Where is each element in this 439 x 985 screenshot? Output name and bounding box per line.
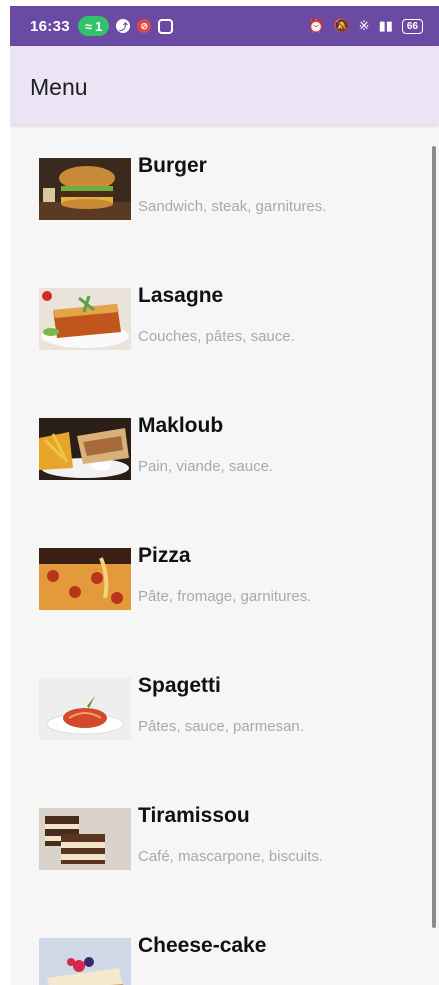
item-name: Cheese-cake bbox=[138, 934, 267, 957]
hotspot-icon: ≈ bbox=[84, 18, 93, 34]
bluetooth-icon: ※ bbox=[358, 18, 370, 33]
tiramissou-image bbox=[39, 808, 131, 870]
list-item-burger[interactable]: Burger Sandwich, steak, garnitures. bbox=[10, 124, 430, 234]
list-item-tiramissou[interactable]: Tiramissou Café, mascarpone, biscuits. bbox=[10, 774, 430, 884]
item-name: Makloub bbox=[138, 414, 224, 437]
list-item-spagetti[interactable]: Spagetti Pâtes, sauce, parmesan. bbox=[10, 644, 430, 754]
page-title: Menu bbox=[30, 74, 88, 100]
item-description: Pâtes, sauce, parmesan. bbox=[138, 718, 304, 735]
cheese-cake-image bbox=[39, 938, 131, 985]
list-item-cheese-cake[interactable]: Cheese-cake bbox=[10, 904, 430, 985]
status-right-icons: ⏰ 🔕 ※ ▮▮ 66 bbox=[308, 18, 423, 34]
hotspot-badge: ≈ 1 bbox=[77, 16, 110, 36]
item-description: Sandwich, steak, garnitures. bbox=[138, 198, 327, 215]
alarm-icon: ⏰ bbox=[308, 18, 325, 33]
item-description: Pâte, fromage, garnitures. bbox=[138, 588, 312, 605]
item-name: Lasagne bbox=[138, 284, 224, 307]
blocked-icon: ⊘ bbox=[137, 19, 152, 33]
item-description: Couches, pâtes, sauce. bbox=[138, 328, 295, 345]
item-name: Spagetti bbox=[138, 674, 221, 697]
list-item-makloub[interactable]: Makloub Pain, viande, sauce. bbox=[10, 384, 430, 494]
messenger-icon: ⤴ bbox=[116, 19, 131, 33]
battery-level: 66 bbox=[406, 20, 418, 32]
item-name: Burger bbox=[138, 154, 207, 177]
signal-icon: ▮▮ bbox=[378, 18, 393, 33]
mute-icon: 🔕 bbox=[333, 18, 350, 33]
instagram-icon bbox=[158, 18, 174, 34]
burger-image bbox=[39, 158, 131, 220]
lasagne-image bbox=[39, 288, 131, 350]
scrollbar[interactable] bbox=[432, 146, 436, 928]
spagetti-image bbox=[39, 678, 131, 740]
app-toolbar: Menu bbox=[10, 46, 439, 124]
pizza-image bbox=[39, 548, 131, 610]
battery-icon: 66 bbox=[401, 18, 423, 34]
list-item-lasagne[interactable]: Lasagne Couches, pâtes, sauce. bbox=[10, 254, 430, 364]
makloub-image bbox=[39, 418, 131, 480]
item-description: Pain, viande, sauce. bbox=[138, 458, 274, 475]
hotspot-count: 1 bbox=[95, 18, 103, 34]
item-description: Café, mascarpone, biscuits. bbox=[138, 848, 324, 865]
status-bar: 16:33 ≈ 1 ⤴ ⊘ ⏰ 🔕 ※ ▮▮ 66 bbox=[10, 6, 439, 46]
menu-list[interactable]: Burger Sandwich, steak, garnitures. Lasa… bbox=[10, 124, 439, 985]
list-item-pizza[interactable]: Pizza Pâte, fromage, garnitures. bbox=[10, 514, 430, 624]
status-time: 16:33 bbox=[30, 17, 70, 35]
app-screen: 16:33 ≈ 1 ⤴ ⊘ ⏰ 🔕 ※ ▮▮ 66 Menu Burger Sa… bbox=[10, 6, 439, 985]
item-name: Tiramissou bbox=[138, 804, 250, 827]
item-name: Pizza bbox=[138, 544, 191, 567]
